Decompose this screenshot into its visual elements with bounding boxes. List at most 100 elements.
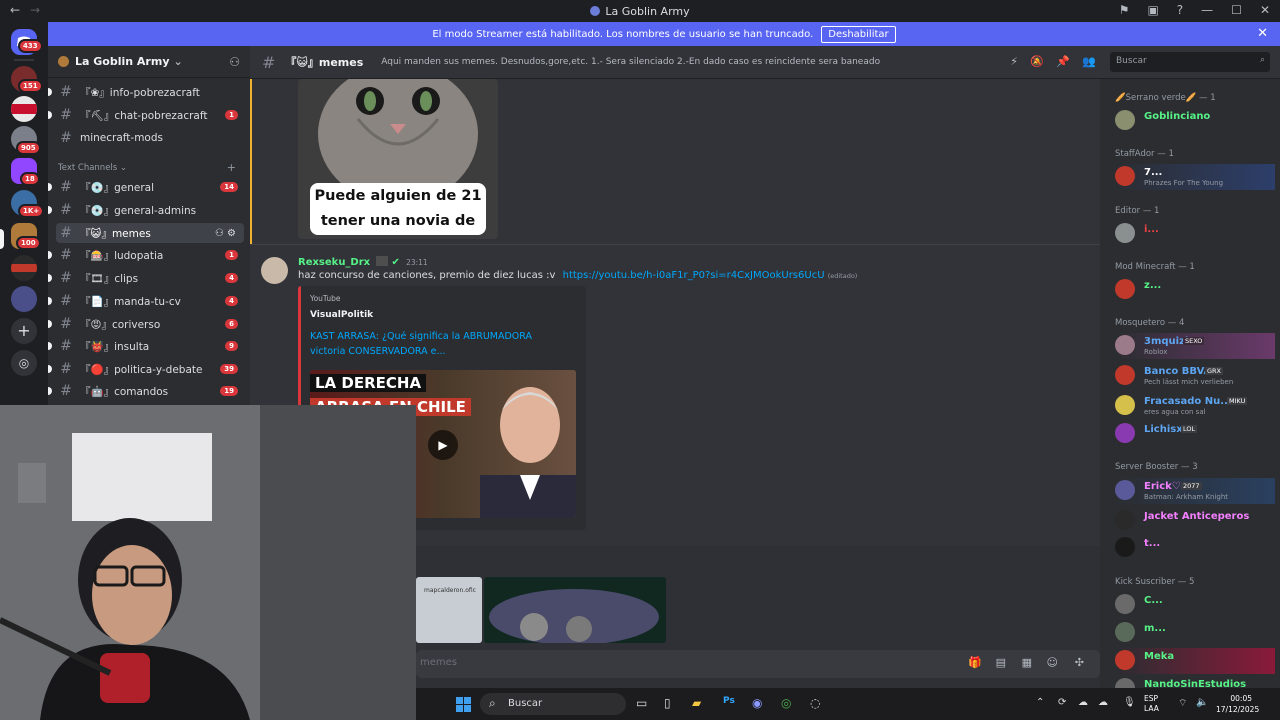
photoshop-icon[interactable]: Ps [723, 696, 735, 706]
label: 『😡』coriverso [80, 318, 161, 331]
windows-start-icon[interactable] [456, 697, 471, 712]
member-item[interactable]: t... [1115, 535, 1275, 561]
task-view-icon[interactable]: ▭ [636, 696, 647, 710]
guild-header[interactable]: La Goblin Army ⌄ ⚇ [48, 46, 250, 78]
taskbar-search[interactable]: ⌕ Buscar [480, 693, 626, 715]
gif-icon[interactable]: ▤ [996, 656, 1006, 669]
add-server-icon[interactable]: + [11, 318, 37, 344]
app-icon[interactable]: ◌ [810, 696, 820, 710]
tray-icon[interactable]: ⟳ [1058, 697, 1066, 708]
member-item[interactable]: Banco BBVA GRX Pech lässt mich verlieben [1115, 363, 1275, 389]
screen-icon[interactable]: ▣ [1147, 3, 1158, 17]
label: Phrazes For The Young [1144, 179, 1224, 187]
gift-icon[interactable]: 🎁 [968, 656, 982, 669]
close-window-icon[interactable]: ✕ [1260, 3, 1270, 17]
channel-item[interactable]: # 『🤖』comandos 19 [48, 381, 244, 401]
tray-chevron-icon[interactable]: ⌃ [1036, 697, 1044, 708]
channel-item[interactable]: # 『🎞』clips 4 [48, 268, 244, 288]
attachment-image[interactable] [484, 577, 666, 645]
author-name[interactable]: Rexseku_Drx [298, 257, 370, 268]
member-item[interactable]: Goblinciano [1115, 108, 1275, 134]
member-item[interactable]: Erick♡ 2077 Batman: Arkham Knight [1115, 478, 1275, 504]
mute-icon[interactable]: 🔕 [1030, 55, 1044, 68]
channel-item[interactable]: # 『😡』coriverso 6 [48, 314, 244, 334]
channel-item[interactable]: # 『📄』manda-tu-cv 4 [48, 291, 244, 311]
channel-item-active[interactable]: # 『😺』memes ⚇ ⚙ [56, 223, 244, 243]
person-image [480, 387, 576, 518]
channel-item[interactable]: # 『👹』insulta 9 [48, 336, 244, 356]
maximize-icon[interactable]: ☐ [1231, 3, 1242, 17]
message-link[interactable]: https://youtu.be/h-i0aF1r_P0?si=r4CxJMOo… [563, 270, 825, 281]
embed-title[interactable]: KAST ARRASA: ¿Qué significa la ABRUMADOR… [310, 329, 570, 359]
member-item[interactable]: Lichisx LOL [1115, 421, 1275, 447]
apps-icon[interactable]: ✣ [1075, 656, 1084, 669]
disable-button[interactable]: Deshabilitar [821, 25, 896, 43]
channel-item[interactable]: # minecraft-mods [56, 128, 244, 148]
member-item[interactable]: m... [1115, 620, 1275, 646]
wifi-icon[interactable]: ⌔ [1178, 697, 1187, 710]
label: haz concurso de canciones, premio de die… [298, 270, 556, 281]
label: Text Channels [58, 163, 118, 173]
mic-icon[interactable]: 🎙 [1123, 697, 1136, 708]
channel-item[interactable]: # 『🎰』ludopatia 1 [48, 245, 244, 265]
member-item[interactable]: 3mquizi SEXO Roblox [1115, 333, 1275, 359]
volume-icon[interactable]: 🔈 [1196, 697, 1208, 708]
avatar[interactable] [261, 257, 288, 284]
minimize-icon[interactable]: — [1201, 3, 1213, 17]
message-composer[interactable]: memes 🎁 ▤ ▦ ☺ ✣ [416, 650, 1100, 678]
discord-taskbar-icon[interactable]: ◉ [752, 696, 762, 710]
sticker-icon[interactable]: ▦ [1022, 656, 1032, 669]
close-icon[interactable]: ✕ [1257, 26, 1268, 41]
add-member-icon[interactable]: ⚇ [229, 55, 240, 69]
watermark: mapcalderon.ofic [424, 587, 476, 594]
category-header[interactable]: Text Channels ⌄ + [58, 161, 244, 174]
app-icon[interactable]: ▯ [664, 696, 671, 710]
pin-icon[interactable]: 📌 [1056, 55, 1070, 68]
tray-icon[interactable]: ☁ [1098, 697, 1108, 708]
meme-image[interactable]: Puede alguien de 21 tener una novia de 1… [298, 79, 498, 239]
server-icon[interactable] [11, 96, 37, 122]
member-item[interactable]: i... [1115, 221, 1275, 247]
role-category: StaffAdor — 1 [1115, 149, 1174, 159]
channel-item[interactable]: # 『💿』general 14 [48, 177, 244, 197]
member-item[interactable]: z... [1115, 277, 1275, 303]
guild-tag: 2077 [1181, 482, 1202, 490]
clock[interactable]: 00:05 17/12/2025 [1216, 693, 1259, 715]
server-icon[interactable] [11, 286, 37, 312]
mention-count: 4 [225, 273, 238, 283]
help-icon[interactable]: ? [1177, 3, 1183, 17]
member-item[interactable]: 7... Phrazes For The Young [1115, 164, 1275, 190]
channel-item[interactable]: # 『❀』info-pobrezacraft [48, 82, 244, 102]
notification-badge: 100 [16, 236, 41, 250]
server-icon[interactable] [11, 255, 37, 281]
language-indicator[interactable]: ESP LAA [1144, 694, 1159, 714]
play-icon[interactable]: ▶ [428, 430, 458, 460]
label: 7... [1144, 167, 1163, 178]
file-explorer-icon[interactable]: ▰ [692, 696, 701, 710]
emoji-icon[interactable]: ☺ [1047, 656, 1058, 669]
discover-icon[interactable]: ◎ [11, 350, 37, 376]
channel-item[interactable]: # 『⛏』chat-pobrezacraft 1 [48, 105, 244, 125]
label: Banco BBVA [1144, 366, 1212, 377]
label: Meka [1144, 651, 1175, 662]
channel-item[interactable]: # 『🔴』politica-y-debate 39 [48, 359, 244, 379]
attachment-image[interactable]: mapcalderon.ofic [416, 577, 482, 643]
channel-item[interactable]: # 『💿』general-admins [48, 200, 244, 220]
role-category: Editor — 1 [1115, 206, 1160, 216]
chrome-icon[interactable]: ◎ [781, 696, 791, 710]
member-list-icon[interactable]: 👥 [1082, 55, 1096, 68]
channel-topic[interactable]: Aqui manden sus memes. Desnudos,gore,etc… [381, 57, 880, 67]
member-item[interactable]: Meka [1115, 648, 1275, 674]
tray-icon[interactable]: ☁ [1078, 697, 1088, 708]
label: i... [1144, 224, 1159, 235]
search-input[interactable]: Buscar ⌕ [1110, 52, 1270, 72]
member-item[interactable]: Jacket Anticeperos [1115, 508, 1275, 534]
label: 『💿』general-admins [80, 204, 197, 217]
member-item[interactable]: Fracasado Nu... MIKU eres agua con sal [1115, 393, 1275, 419]
member-item[interactable]: C... [1115, 592, 1275, 618]
label: Fracasado Nu... [1144, 396, 1232, 407]
threads-icon[interactable]: ⚡ [1010, 55, 1018, 68]
inbox-icon[interactable]: ⚑ [1119, 3, 1130, 17]
composer-placeholder: memes [420, 657, 457, 668]
banner-text: El modo Streamer está habilitado. Los no… [432, 28, 814, 40]
